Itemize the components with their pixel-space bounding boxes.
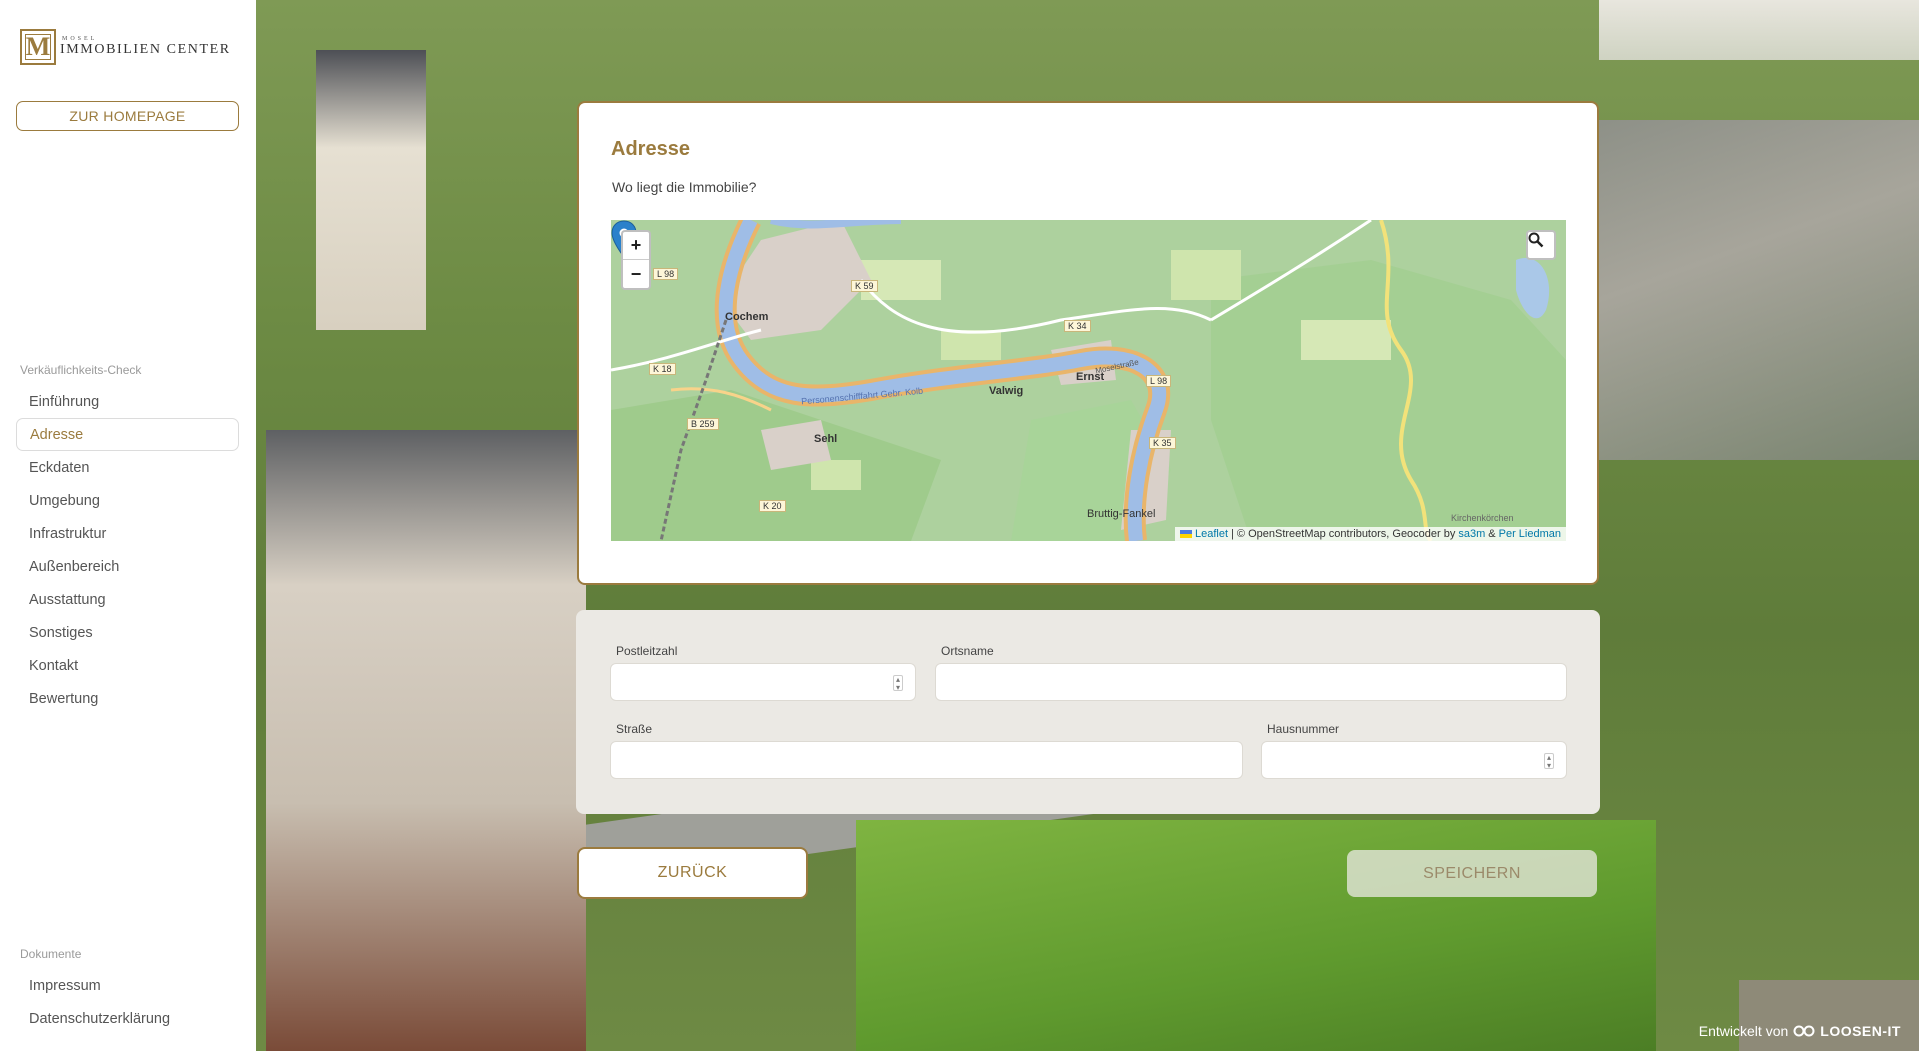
card-title: Adresse bbox=[611, 138, 690, 160]
nav-item-bewertung[interactable]: Bewertung bbox=[16, 682, 239, 715]
hausnummer-field[interactable]: ▴ ▾ bbox=[1261, 741, 1567, 779]
road-badge-l98a: L 98 bbox=[653, 268, 679, 280]
nav-item-datenschutz[interactable]: Datenschutzerklärung bbox=[16, 1002, 239, 1035]
nav-item-eckdaten[interactable]: Eckdaten bbox=[16, 451, 239, 484]
background-village bbox=[1589, 120, 1919, 460]
plz-label: Postleitzahl bbox=[616, 644, 678, 658]
sa3m-link[interactable]: sa3m bbox=[1458, 528, 1485, 540]
loosen-it-logo-icon bbox=[1793, 1025, 1815, 1037]
zoom-out-button[interactable]: − bbox=[623, 260, 649, 288]
nav-item-impressum[interactable]: Impressum bbox=[16, 969, 239, 1002]
nav-item-adresse[interactable]: Adresse bbox=[16, 418, 239, 451]
background-church bbox=[316, 50, 426, 330]
logo-big-text: IMMOBILIEN CENTER bbox=[60, 42, 231, 57]
map-label-sehl: Sehl bbox=[814, 433, 838, 445]
logo-mark: M bbox=[20, 29, 56, 65]
check-section-label: Verkäuflichkeits-Check bbox=[20, 363, 142, 377]
nav-item-ausstattung[interactable]: Ausstattung bbox=[16, 583, 239, 616]
zoom-in-button[interactable]: + bbox=[623, 232, 649, 260]
strasse-label: Straße bbox=[616, 722, 653, 736]
nav-item-infrastruktur[interactable]: Infrastruktur bbox=[16, 517, 239, 550]
ort-label: Ortsname bbox=[941, 644, 994, 658]
background-sky bbox=[1599, 0, 1919, 60]
map-attribution: Leaflet | © OpenStreetMap contributors, … bbox=[1174, 527, 1566, 541]
road-badge-k59: K 59 bbox=[851, 280, 878, 292]
ort-field[interactable] bbox=[935, 663, 1567, 701]
ukraine-flag-icon bbox=[1179, 530, 1192, 538]
road-badge-l98b: L 98 bbox=[1146, 375, 1172, 387]
map-label-cochem: Cochem bbox=[725, 311, 769, 323]
attribution-text: | © OpenStreetMap contributors, Geocoder… bbox=[1231, 528, 1456, 540]
strasse-field[interactable] bbox=[610, 741, 1243, 779]
save-button[interactable]: SPEICHERN bbox=[1347, 850, 1597, 897]
map-label-bruttig: Bruttig-Fankel bbox=[1087, 508, 1156, 520]
per-liedman-link[interactable]: Per Liedman bbox=[1499, 528, 1561, 540]
attribution-amp: & bbox=[1488, 528, 1496, 540]
footer-brand[interactable]: LOOSEN-IT bbox=[1820, 1023, 1901, 1039]
map-label-valwig: Valwig bbox=[989, 385, 1024, 397]
road-badge-k34: K 34 bbox=[1064, 320, 1091, 332]
nav-item-kontakt[interactable]: Kontakt bbox=[16, 649, 239, 682]
hausnummer-stepper-icon[interactable]: ▴ ▾ bbox=[1544, 753, 1554, 770]
nav-item-sonstiges[interactable]: Sonstiges bbox=[16, 616, 239, 649]
nav-item-aussenbereich[interactable]: Außenbereich bbox=[16, 550, 239, 583]
background-house bbox=[266, 430, 586, 1051]
docs-section-label: Dokumente bbox=[20, 947, 82, 961]
docs-nav: Impressum Datenschutzerklärung bbox=[16, 969, 239, 1035]
plz-field[interactable]: ▴ ▾ bbox=[610, 663, 916, 701]
sidebar: M MOSEL IMMOBILIEN CENTER ZUR HOMEPAGE V… bbox=[0, 0, 256, 1051]
map-label-kirchenkoerchen: Kirchenkörchen bbox=[1451, 513, 1514, 523]
leaflet-link[interactable]: Leaflet bbox=[1195, 528, 1228, 540]
address-card: Adresse Wo liegt die Immobilie? Cochem S… bbox=[577, 101, 1599, 585]
road-badge-b259: B 259 bbox=[687, 418, 719, 430]
road-badge-k35: K 35 bbox=[1149, 437, 1176, 449]
card-question: Wo liegt die Immobilie? bbox=[612, 179, 757, 195]
nav-item-umgebung[interactable]: Umgebung bbox=[16, 484, 239, 517]
check-nav: Einführung Adresse Eckdaten Umgebung Inf… bbox=[16, 385, 239, 715]
zoom-control: + − bbox=[621, 230, 651, 290]
footer-credit: Entwickelt von LOOSEN-IT bbox=[1699, 1023, 1901, 1039]
back-button[interactable]: ZURÜCK bbox=[577, 847, 808, 899]
homepage-button[interactable]: ZUR HOMEPAGE bbox=[16, 101, 239, 131]
road-badge-k20: K 20 bbox=[759, 500, 786, 512]
address-form: Postleitzahl ▴ ▾ Ortsname Straße Hausnumm… bbox=[576, 610, 1600, 814]
geocoder-search-button[interactable] bbox=[1526, 230, 1556, 260]
plz-stepper-icon[interactable]: ▴ ▾ bbox=[893, 675, 903, 692]
search-icon bbox=[1528, 232, 1544, 248]
road-badge-k18: K 18 bbox=[649, 363, 676, 375]
footer-prefix: Entwickelt von bbox=[1698, 1023, 1789, 1039]
map[interactable]: Cochem Sehl Valwig Ernst Bruttig-Fankel … bbox=[611, 220, 1566, 541]
nav-item-einfuehrung[interactable]: Einführung bbox=[16, 385, 239, 418]
background-river bbox=[1739, 980, 1919, 1051]
hausnummer-label: Hausnummer bbox=[1267, 722, 1340, 736]
logo[interactable]: M MOSEL IMMOBILIEN CENTER bbox=[20, 28, 235, 66]
